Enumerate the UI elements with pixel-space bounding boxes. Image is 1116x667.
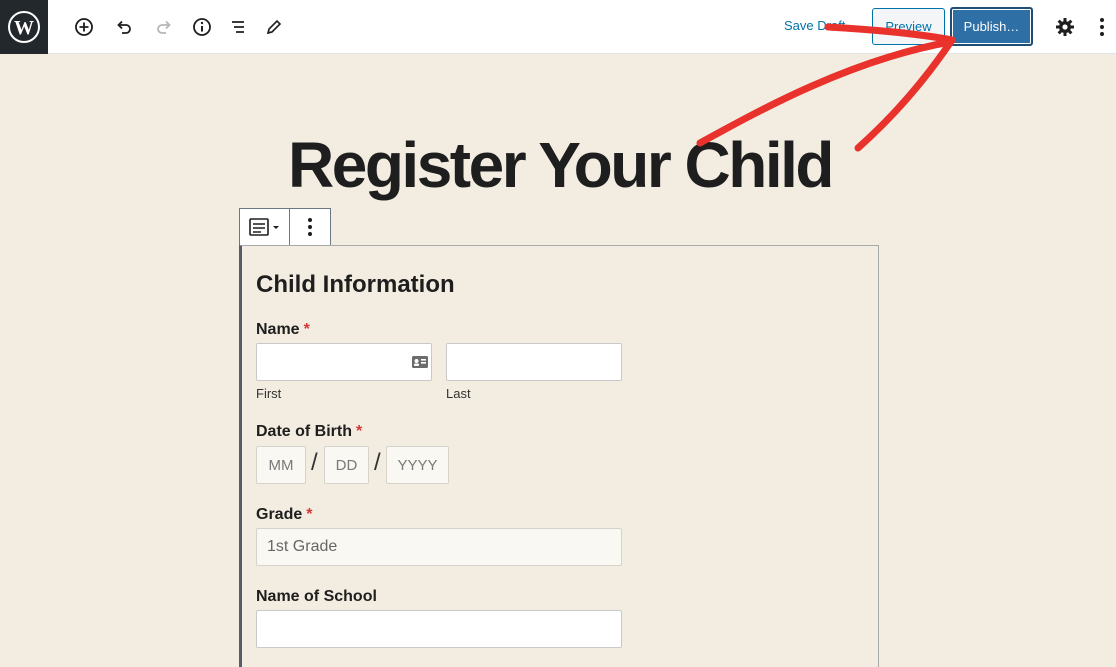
school-name-input[interactable] [256, 610, 622, 648]
block-more-options-icon[interactable] [290, 209, 330, 245]
gear-icon[interactable] [1050, 12, 1080, 42]
dob-label: Date of Birth * [256, 423, 362, 441]
grade-label-text: Grade [256, 506, 303, 523]
grade-label: Grade * [256, 506, 312, 524]
first-name-input[interactable] [256, 343, 432, 381]
name-label-text: Name [256, 321, 300, 338]
more-vertical-icon[interactable] [1090, 12, 1114, 42]
info-icon[interactable] [187, 12, 217, 42]
date-separator: / [311, 449, 318, 476]
form-heading: Child Information [256, 271, 455, 298]
school-label: Name of School [256, 588, 377, 605]
dob-month-input[interactable]: MM [256, 446, 306, 484]
block-toolbar [239, 208, 331, 246]
redo-icon[interactable] [149, 12, 179, 42]
undo-icon[interactable] [109, 12, 139, 42]
wpforms-block[interactable]: Child Information Name * First Last Date … [239, 245, 879, 667]
add-block-icon[interactable] [69, 12, 99, 42]
preview-button[interactable]: Preview [872, 8, 945, 45]
publish-button[interactable]: Publish… [950, 7, 1033, 46]
edit-tools-icon[interactable] [259, 12, 289, 42]
save-draft-button[interactable]: Save Draft [784, 18, 845, 33]
post-title[interactable]: Register Your Child [160, 128, 960, 202]
list-view-icon[interactable] [223, 12, 253, 42]
contact-card-icon [412, 356, 428, 368]
grade-select[interactable]: 1st Grade [256, 528, 622, 566]
dob-day-input[interactable]: DD [324, 446, 369, 484]
required-marker: * [306, 506, 313, 523]
wordpress-logo[interactable]: W [0, 0, 48, 54]
name-label: Name * [256, 321, 310, 339]
svg-text:W: W [14, 17, 34, 39]
first-sublabel: First [256, 386, 282, 401]
required-marker: * [303, 321, 310, 338]
dob-year-input[interactable]: YYYY [386, 446, 449, 484]
last-sublabel: Last [446, 386, 471, 401]
editor-toolbar: W Save Draft Preview Publish… [0, 0, 1116, 54]
last-name-input[interactable] [446, 343, 622, 381]
form-block-type-icon[interactable] [240, 209, 290, 245]
required-marker: * [356, 423, 363, 440]
date-separator: / [374, 449, 381, 476]
dob-label-text: Date of Birth [256, 423, 352, 440]
